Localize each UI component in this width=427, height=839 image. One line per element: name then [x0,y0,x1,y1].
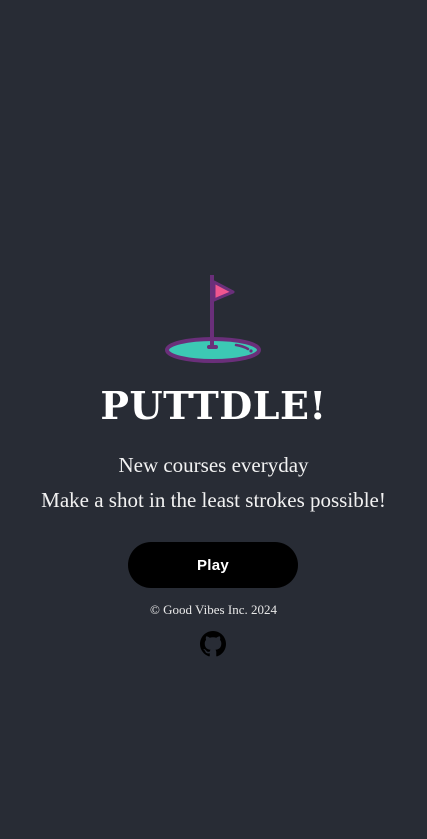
github-icon [200,631,226,657]
golf-flag-logo-icon [165,275,261,363]
app-title: PUTTDLE! [100,383,327,428]
copyright-text: © Good Vibes Inc. 2024 [150,602,277,617]
play-button[interactable]: Play [128,542,298,588]
tagline: New courses everyday [118,453,309,477]
github-link[interactable] [200,631,226,657]
description: Make a shot in the least strokes possibl… [41,488,386,512]
